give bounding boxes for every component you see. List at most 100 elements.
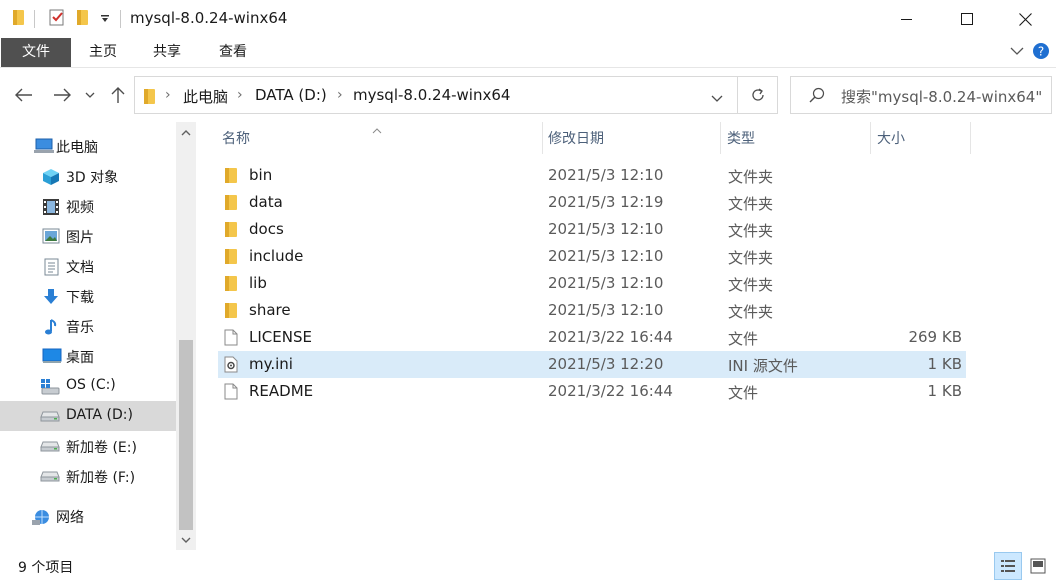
tab-share[interactable]: 共享 [136, 38, 198, 67]
help-icon[interactable]: ? [1032, 42, 1050, 64]
column-header-modified[interactable]: 修改日期 [543, 122, 721, 154]
divider [34, 10, 35, 28]
file-row[interactable]: README 2021/3/22 16:44 文件 1 KB [218, 378, 966, 405]
file-row[interactable]: share 2021/5/3 12:10 文件夹 [218, 297, 966, 324]
sidebar-item-drive-e[interactable]: 新加卷 (E:) [0, 431, 176, 461]
sidebar-item-label: 文档 [66, 260, 94, 276]
breadcrumb-current-folder[interactable]: mysql-8.0.24-winx64 [353, 86, 510, 104]
search-box[interactable]: 搜索"mysql-8.0.24-winx64" [790, 76, 1052, 114]
sidebar-item-label: OS (C:) [66, 377, 116, 393]
file-modified: 2021/5/3 12:19 [548, 193, 664, 211]
sidebar-item-videos[interactable]: 视频 [0, 191, 176, 221]
sidebar-item-label: 桌面 [66, 350, 94, 366]
file-type: 文件夹 [728, 195, 774, 213]
customize-toolbar-icon[interactable] [100, 12, 110, 28]
navigation-bar: › 此电脑 › DATA (D:) › mysql-8.0.24-winx64 … [0, 68, 1056, 122]
back-button[interactable] [12, 82, 36, 108]
drive-icon [40, 440, 60, 456]
large-icons-view-button[interactable] [1024, 552, 1052, 580]
column-header-type[interactable]: 类型 [721, 122, 871, 154]
sidebar-item-network[interactable]: 网络 [0, 501, 176, 531]
ribbon-tabs: 文件 主页 共享 查看 ? [0, 38, 1056, 68]
new-folder-icon[interactable] [76, 8, 90, 30]
file-modified: 2021/3/22 16:44 [548, 328, 673, 346]
tab-file[interactable]: 文件 [1, 38, 71, 67]
file-name: lib [249, 274, 267, 292]
breadcrumb-separator-icon[interactable]: › [337, 87, 343, 103]
column-header-name[interactable]: 名称 [218, 122, 543, 154]
breadcrumb-this-pc[interactable]: 此电脑 [183, 86, 228, 107]
sidebar-item-label: 网络 [56, 510, 84, 526]
sidebar-item-downloads[interactable]: 下载 [0, 281, 176, 311]
folder-icon [224, 302, 240, 319]
sidebar-item-documents[interactable]: 文档 [0, 251, 176, 281]
column-divider[interactable] [970, 122, 971, 154]
file-row[interactable]: docs 2021/5/3 12:10 文件夹 [218, 216, 966, 243]
maximize-button[interactable] [944, 0, 990, 38]
video-icon [42, 198, 60, 215]
minimize-button[interactable] [884, 0, 930, 38]
file-row[interactable]: bin 2021/5/3 12:10 文件夹 [218, 162, 966, 189]
column-header-label: 大小 [877, 131, 905, 147]
breadcrumb-separator-icon[interactable]: › [237, 87, 243, 103]
up-button[interactable] [106, 82, 130, 108]
forward-button[interactable] [50, 82, 74, 108]
folder-icon [224, 194, 240, 211]
file-name: include [249, 247, 304, 265]
recent-locations-button[interactable] [82, 82, 98, 108]
divider [120, 10, 121, 28]
breadcrumb-drive[interactable]: DATA (D:) [255, 86, 327, 104]
tab-home[interactable]: 主页 [72, 38, 134, 67]
file-modified: 2021/5/3 12:10 [548, 247, 664, 265]
file-row[interactable]: LICENSE 2021/3/22 16:44 文件 269 KB [218, 324, 966, 351]
sort-ascending-icon [372, 122, 382, 138]
file-list: 名称 修改日期 类型 大小 bin 2021/5/3 12:10 文件夹 dat… [196, 122, 1056, 550]
file-row[interactable]: data 2021/5/3 12:19 文件夹 [218, 189, 966, 216]
file-type: 文件 [728, 384, 759, 402]
cube-3d-icon [42, 168, 60, 185]
sidebar-item-drive-c[interactable]: OS (C:) [0, 371, 176, 401]
column-header-label: 类型 [727, 131, 755, 147]
scroll-up-icon[interactable] [176, 122, 196, 142]
details-view-button[interactable] [994, 552, 1022, 580]
sidebar-item-drive-f[interactable]: 新加卷 (F:) [0, 461, 176, 491]
file-row[interactable]: include 2021/5/3 12:10 文件夹 [218, 243, 966, 270]
scroll-down-icon[interactable] [176, 530, 196, 550]
folder-icon [224, 167, 240, 184]
file-type: 文件夹 [728, 222, 774, 240]
column-header-size[interactable]: 大小 [871, 122, 971, 154]
status-bar: 9 个项目 [0, 550, 1056, 582]
file-row[interactable]: lib 2021/5/3 12:10 文件夹 [218, 270, 966, 297]
sidebar-item-pictures[interactable]: 图片 [0, 221, 176, 251]
refresh-button[interactable] [738, 76, 778, 114]
sidebar-item-label: DATA (D:) [66, 407, 133, 423]
sidebar-item-music[interactable]: 音乐 [0, 311, 176, 341]
refresh-icon [751, 88, 764, 101]
file-type: 文件夹 [728, 168, 774, 186]
sidebar-scrollbar[interactable] [176, 122, 196, 550]
maximize-icon [961, 13, 973, 25]
address-history-dropdown[interactable] [711, 91, 723, 107]
breadcrumb-separator-icon[interactable]: › [165, 87, 171, 103]
file-row-selected[interactable]: my.ini 2021/5/3 12:20 INI 源文件 1 KB [218, 351, 966, 378]
sidebar-item-drive-d[interactable]: DATA (D:) [0, 401, 176, 431]
tab-view[interactable]: 查看 [202, 38, 264, 67]
column-header-label: 修改日期 [548, 131, 604, 147]
file-type: 文件 [728, 330, 759, 348]
sidebar-item-label: 音乐 [66, 320, 94, 336]
file-name: docs [249, 220, 284, 238]
properties-icon[interactable] [48, 8, 66, 30]
file-modified: 2021/5/3 12:10 [548, 301, 664, 319]
chevron-down-icon [85, 92, 95, 98]
sidebar-item-desktop[interactable]: 桌面 [0, 341, 176, 371]
file-name: share [249, 301, 291, 319]
close-button[interactable] [1002, 0, 1048, 38]
sidebar-item-3d-objects[interactable]: 3D 对象 [0, 161, 176, 191]
address-bar[interactable]: › 此电脑 › DATA (D:) › mysql-8.0.24-winx64 [134, 76, 738, 114]
folder-icon [224, 275, 240, 292]
folder-icon [12, 8, 26, 30]
scrollbar-thumb[interactable] [179, 340, 193, 530]
sidebar-item-this-pc[interactable]: 此电脑 [0, 131, 176, 161]
expand-ribbon-icon[interactable] [1010, 44, 1024, 62]
file-modified: 2021/5/3 12:10 [548, 274, 664, 292]
